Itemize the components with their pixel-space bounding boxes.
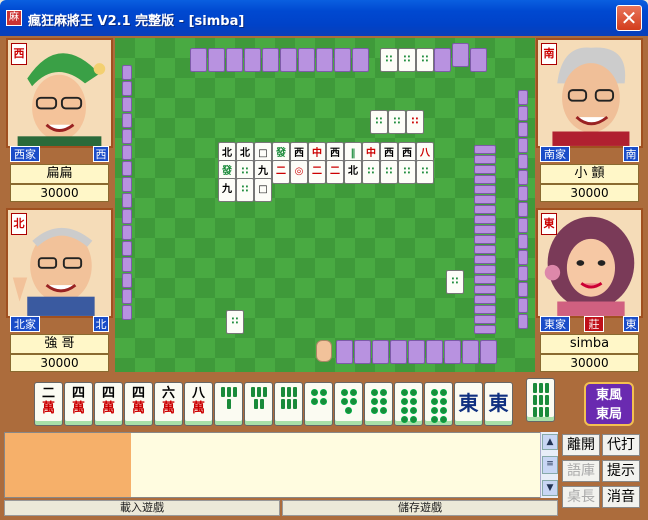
hand-tile-circle[interactable] [364, 382, 393, 426]
hand-cursor-icon [316, 340, 332, 362]
hand-tile-circle[interactable] [304, 382, 333, 426]
wind-tag-west: 西家 [10, 146, 40, 162]
control-buttons: 離開 代打 語庫 提示 桌長 消音 [562, 434, 642, 514]
avatar-north: 北 [6, 208, 113, 318]
player-panel-south: 南 南家 南 小 顫 30000 [536, 38, 643, 206]
round-indicator: 東風 東局 [584, 382, 634, 426]
wind-tag-south: 南家 [540, 146, 570, 162]
hand-tile-wan[interactable]: 四萬 [94, 382, 123, 426]
player-name-north: 強 哥 [10, 334, 109, 354]
chat-scrollbar[interactable]: ▲ ≡ ▼ [540, 432, 558, 498]
hint-button[interactable]: 提示 [602, 460, 640, 482]
dealer-badge: 莊 [584, 316, 604, 332]
hand-tile-honor[interactable]: 東 [454, 382, 483, 426]
player-name-south: 小 顫 [540, 164, 639, 184]
wind-box-west: 西 [93, 146, 109, 162]
discard-tile: 二 [272, 160, 290, 184]
seat-badge-south: 南 [541, 43, 557, 65]
hand-tile-wan[interactable]: 二萬 [34, 382, 63, 426]
discard-tile: ∷ [398, 160, 416, 184]
auto-play-button[interactable]: 代打 [602, 434, 640, 456]
close-button[interactable]: ✕ [616, 5, 642, 31]
hand-tile-wan[interactable]: 八萬 [184, 382, 213, 426]
hand-tile-bamboo[interactable] [274, 382, 303, 426]
player-score-south: 30000 [540, 184, 639, 202]
seat-badge-west: 西 [11, 43, 27, 65]
hand-tile-circle[interactable] [334, 382, 363, 426]
hand-tile-wan[interactable]: 六萬 [154, 382, 183, 426]
player-name-east: simba [540, 334, 639, 354]
game-table [115, 38, 535, 372]
player-panel-east: 東 東家 莊 東 simba 30000 [536, 208, 643, 376]
wind-tag-east: 東家 [540, 316, 570, 332]
player-score-west: 30000 [10, 184, 109, 202]
avatar-south: 南 [536, 38, 643, 148]
wind-box-east: 東 [623, 316, 639, 332]
discard-tile: 二 [326, 160, 344, 184]
phrases-button[interactable]: 語庫 [562, 460, 600, 482]
scroll-thumb[interactable]: ≡ [542, 456, 558, 474]
discard-tile: ∷ [362, 160, 380, 184]
avatar-east: 東 [536, 208, 643, 318]
chat-sidebar [5, 433, 131, 497]
load-game-status[interactable]: 載入遊戲 [4, 500, 280, 516]
hand-tile-honor[interactable]: 東 [484, 382, 513, 426]
save-game-status[interactable]: 儲存遊戲 [282, 500, 558, 516]
wind-tag-north: 北家 [10, 316, 40, 332]
mute-button[interactable]: 消音 [602, 486, 640, 508]
seat-badge-north: 北 [11, 213, 27, 235]
leave-button[interactable]: 離開 [562, 434, 600, 456]
hand-tile-wan[interactable]: 四萬 [124, 382, 153, 426]
discard-tile: ∷ [380, 160, 398, 184]
discard-tile: 北 [344, 160, 362, 184]
hand-tile-circle[interactable] [424, 382, 453, 426]
table-lead-button[interactable]: 桌長 [562, 486, 600, 508]
round-wind: 東風 [595, 388, 622, 403]
hand-tile-circle[interactable] [394, 382, 423, 426]
discard-tile: ∷ [416, 160, 434, 184]
hand-tile-bamboo[interactable] [526, 378, 555, 422]
hand-tile-bamboo[interactable] [244, 382, 273, 426]
discard-tile: 二 [308, 160, 326, 184]
discard-tile: □ [254, 178, 272, 202]
discard-tile: ◎ [290, 160, 308, 184]
scroll-down-icon[interactable]: ▼ [542, 480, 558, 496]
wind-box-north: 北 [93, 316, 109, 332]
player-panel-west: 西 西家 西 扁扁 30000 [6, 38, 113, 206]
player-score-east: 30000 [540, 354, 639, 372]
wind-box-south: 南 [623, 146, 639, 162]
avatar-west: 西 [6, 38, 113, 148]
player-name-west: 扁扁 [10, 164, 109, 184]
window-title: 瘋狂麻將王 V2.1 完整版 - [simba] [28, 14, 245, 29]
player-score-north: 30000 [10, 354, 109, 372]
scroll-up-icon[interactable]: ▲ [542, 434, 558, 450]
title-bar: 麻 瘋狂麻將王 V2.1 完整版 - [simba] ✕ [0, 0, 648, 36]
seat-badge-east: 東 [541, 213, 557, 235]
discard-tile: 九 [218, 178, 236, 202]
app-icon: 麻 [6, 10, 22, 26]
hand-tile-wan[interactable]: 四萬 [64, 382, 93, 426]
round-hand: 東局 [595, 407, 622, 422]
hand-tile-bamboo[interactable] [214, 382, 243, 426]
player-panel-north: 北 北家 北 強 哥 30000 [6, 208, 113, 376]
chat-area[interactable] [4, 432, 558, 498]
discard-tile: ∷ [236, 178, 254, 202]
